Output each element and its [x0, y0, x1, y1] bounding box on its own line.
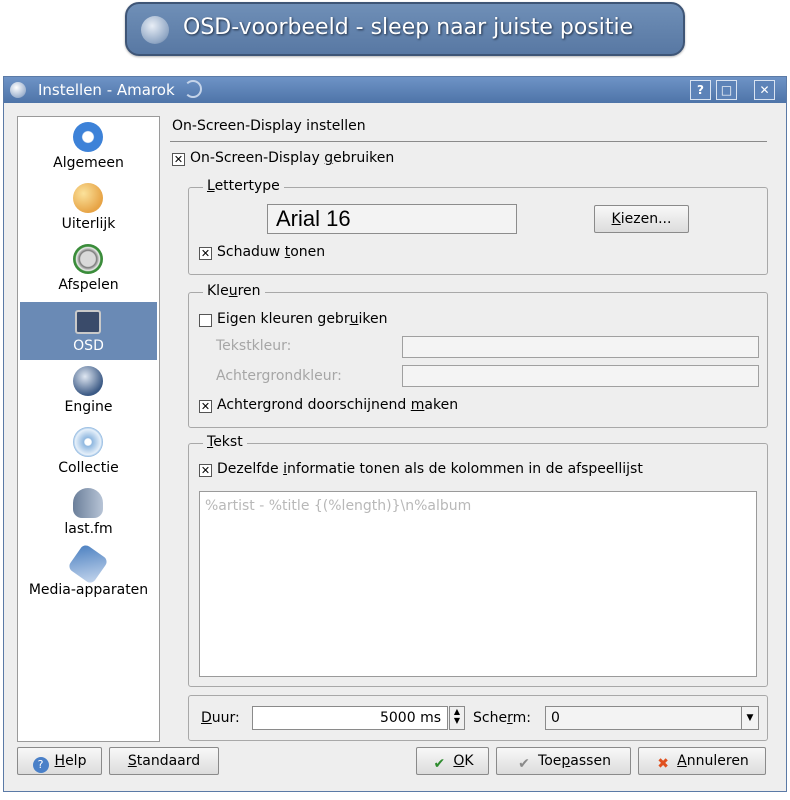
- sidebar-item-collectie[interactable]: Collectie: [20, 424, 157, 482]
- gear-icon: [73, 122, 103, 152]
- maximize-button[interactable]: □: [716, 80, 737, 100]
- defaults-button[interactable]: Standaard: [109, 747, 219, 775]
- screen-select[interactable]: 0 ▼: [545, 706, 759, 730]
- sidebar-item-label: Uiterlijk: [61, 216, 116, 232]
- title-bar[interactable]: Instellen - Amarok ? □ ✕: [4, 77, 786, 103]
- text-group: Tekst ✕ Dezelfde informatie tonen als de…: [188, 434, 768, 687]
- use-osd-label[interactable]: On-Screen-Display gebruiken: [190, 150, 394, 166]
- sidebar-item-label: last.fm: [64, 521, 113, 537]
- swirl-icon: [184, 80, 202, 98]
- sidebar-item-label: Algemeen: [53, 155, 124, 171]
- font-group-title: Lettertype: [203, 178, 284, 194]
- amarok-wolf-icon: [141, 16, 169, 44]
- duration-label: Duur:: [201, 710, 240, 726]
- tv-icon: [75, 310, 101, 334]
- font-group: Lettertype Arial 16 Kiezen... ✕ Schaduw …: [188, 178, 768, 275]
- sidebar-item-label: Collectie: [58, 460, 119, 476]
- timing-group: Duur: 5000 ms ▲ ▼ Scherm: 0 ▼: [188, 695, 768, 741]
- font-preview: Arial 16: [267, 204, 517, 234]
- text-color-label: Tekstkleur:: [216, 338, 292, 354]
- text-color-picker: [402, 336, 759, 358]
- sidebar-item-label: Media-apparaten: [28, 582, 149, 598]
- check-icon: ✔: [518, 756, 530, 772]
- shadow-label[interactable]: Schaduw tonen: [217, 244, 325, 260]
- cds-icon: [73, 427, 103, 457]
- head-icon: [73, 488, 103, 518]
- sidebar-item-lastfm[interactable]: last.fm: [20, 485, 157, 543]
- cancel-button[interactable]: ✖ Annuleren: [638, 747, 766, 775]
- screen-label: Scherm:: [473, 710, 531, 726]
- sidebar-item-media-apparaten[interactable]: Media-apparaten: [20, 543, 157, 604]
- osd-template-textarea: %artist - %title {(%length)}\n%album: [199, 491, 757, 677]
- sidebar-item-label: OSD: [73, 338, 104, 354]
- osd-preview[interactable]: OSD-voorbeeld - sleep naar juiste positi…: [125, 2, 685, 56]
- help-titlebar-button[interactable]: ?: [690, 80, 711, 100]
- help-button[interactable]: ? Help: [17, 747, 102, 775]
- colors-group: Kleuren Eigen kleuren gebruiken Tekstkle…: [188, 283, 768, 428]
- sidebar-item-label: Engine: [64, 399, 113, 415]
- sidebar-item-uiterlijk[interactable]: Uiterlijk: [20, 180, 157, 238]
- sidebar-item-osd[interactable]: OSD: [20, 302, 157, 360]
- check-icon: ✔: [433, 756, 446, 772]
- ok-button[interactable]: ✔ OK: [416, 747, 489, 775]
- shadow-checkbox[interactable]: ✕: [199, 247, 212, 260]
- translucent-checkbox[interactable]: ✕: [199, 400, 212, 413]
- sidebar-item-afspelen[interactable]: Afspelen: [20, 241, 157, 299]
- sidebar-item-label: Afspelen: [58, 277, 119, 293]
- close-button[interactable]: ✕: [754, 80, 775, 100]
- duration-input[interactable]: 5000 ms: [252, 706, 448, 730]
- use-osd-checkbox[interactable]: ✕: [172, 153, 185, 166]
- settings-dialog: Instellen - Amarok ? □ ✕ Algemeen Uiterl…: [3, 76, 787, 792]
- screen-select-value: 0: [551, 710, 560, 726]
- engine-icon: [73, 366, 103, 396]
- sidebar-item-engine[interactable]: Engine: [20, 363, 157, 421]
- osd-preview-text: OSD-voorbeeld - sleep naar juiste positi…: [183, 15, 634, 40]
- same-info-label[interactable]: Dezelfde informatie tonen als de kolomme…: [217, 461, 643, 477]
- settings-sidebar: Algemeen Uiterlijk Afspelen OSD Engine C…: [17, 116, 160, 742]
- choose-font-button[interactable]: Kiezen...: [594, 205, 689, 233]
- speaker-icon: [73, 244, 103, 274]
- bg-color-picker: [402, 365, 759, 387]
- text-group-title: Tekst: [203, 434, 247, 450]
- sidebar-item-algemeen[interactable]: Algemeen: [20, 119, 157, 177]
- apply-button[interactable]: ✔ Toepassen: [496, 747, 631, 775]
- palette-icon: [73, 183, 103, 213]
- window-title: Instellen - Amarok: [38, 81, 175, 99]
- bg-color-label: Achtergrondkleur:: [216, 368, 342, 384]
- colors-group-title: Kleuren: [203, 283, 265, 299]
- custom-colors-label[interactable]: Eigen kleuren gebruiken: [217, 311, 387, 327]
- custom-colors-checkbox[interactable]: [199, 314, 212, 327]
- amarok-app-icon: [10, 82, 26, 98]
- same-info-checkbox[interactable]: ✕: [199, 464, 212, 477]
- cancel-icon: ✖: [657, 756, 670, 772]
- duration-spinner[interactable]: ▲ ▼: [449, 706, 465, 730]
- translucent-label[interactable]: Achtergrond doorschijnend maken: [217, 397, 458, 413]
- page-title: On-Screen-Display instellen: [172, 118, 366, 134]
- usb-icon: [67, 543, 109, 585]
- chevron-down-icon: ▼: [741, 707, 758, 729]
- help-icon: ?: [32, 757, 49, 773]
- divider: [170, 141, 767, 142]
